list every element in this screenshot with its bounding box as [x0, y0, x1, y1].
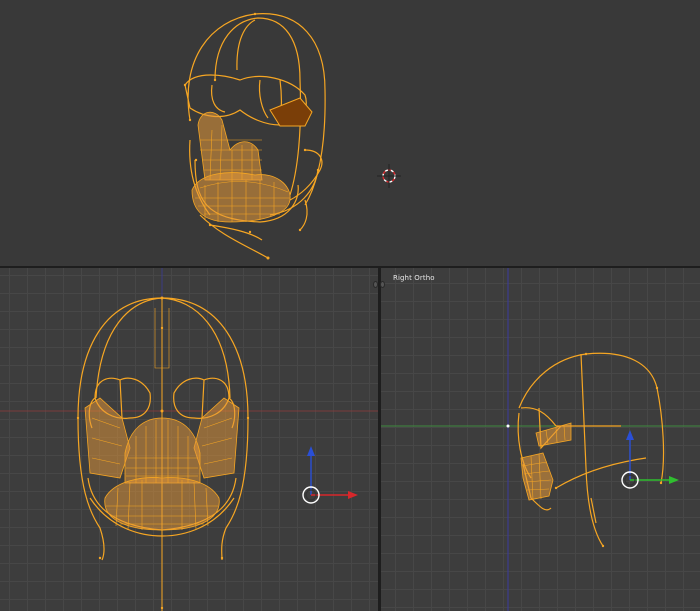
viewport-right-ortho[interactable]: Right Ortho [381, 268, 700, 611]
right-head-wireframe[interactable] [381, 268, 700, 611]
transform-gizmo-icon[interactable] [621, 430, 679, 489]
area-split-icon[interactable] [373, 281, 385, 288]
front-head-wireframe[interactable] [0, 268, 378, 611]
transform-gizmo-icon[interactable] [302, 446, 358, 504]
perspective-head-wireframe[interactable] [0, 0, 700, 266]
3d-cursor-icon [377, 164, 401, 188]
viewport-front[interactable] [0, 268, 378, 611]
viewport-perspective[interactable] [0, 0, 700, 266]
